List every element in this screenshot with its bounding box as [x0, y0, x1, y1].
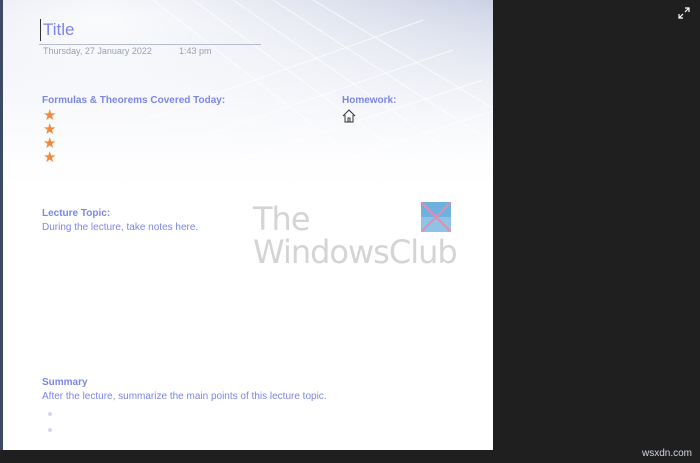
formulas-heading[interactable]: Formulas & Theorems Covered Today: [42, 95, 225, 106]
summary-body[interactable]: After the lecture, summarize the main po… [42, 391, 327, 402]
bullet-point [48, 428, 52, 432]
expand-icon[interactable] [678, 7, 690, 19]
lecture-body[interactable]: During the lecture, take notes here. [42, 222, 198, 233]
page-date: Thursday, 27 January 2022 [43, 46, 152, 56]
onenote-page: Title Thursday, 27 January 2022 1:43 pm … [0, 0, 493, 450]
summary-heading[interactable]: Summary [42, 377, 88, 388]
watermark: The WindowsClub [253, 200, 458, 271]
lecture-heading[interactable]: Lecture Topic: [42, 208, 110, 219]
bullet-point [48, 412, 52, 416]
site-label: wsxdn.com [641, 448, 692, 459]
page-time: 1:43 pm [179, 46, 212, 56]
watermark-line2: WindowsClub [253, 233, 458, 271]
star-icon: ★ [43, 149, 57, 166]
home-icon [342, 109, 356, 123]
page-title[interactable]: Title [40, 19, 75, 41]
homework-heading[interactable]: Homework: [342, 95, 396, 106]
title-underline [39, 44, 261, 45]
watermark-logo-icon [421, 202, 451, 232]
